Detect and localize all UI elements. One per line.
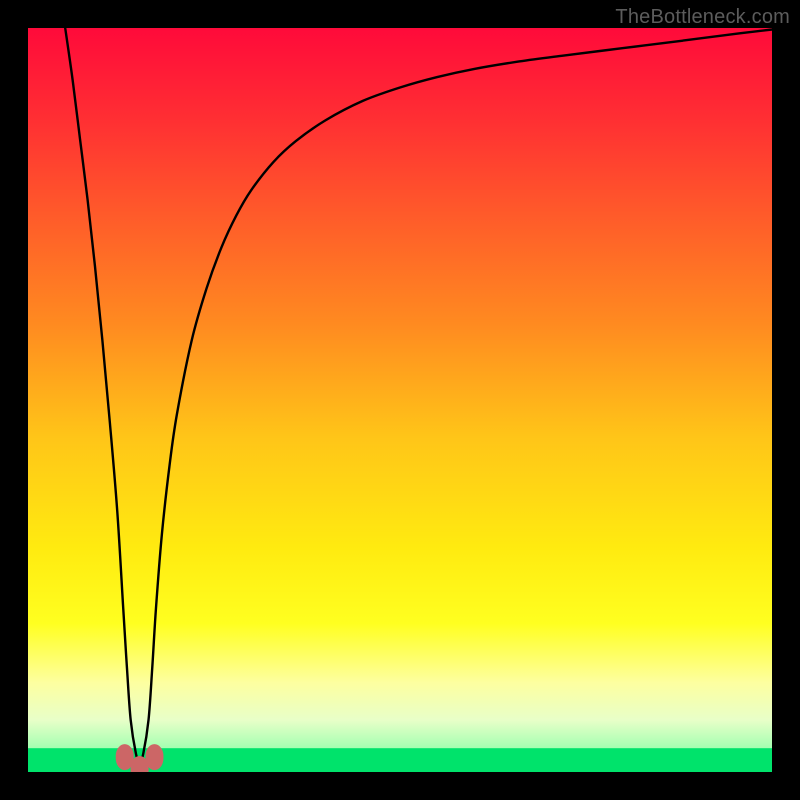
chart-frame: TheBottleneck.com (0, 0, 800, 800)
trough-marker (145, 744, 163, 770)
bottleneck-curve (65, 28, 772, 763)
watermark-text: TheBottleneck.com (615, 6, 790, 29)
plot-area (28, 28, 772, 772)
trough-markers (116, 744, 164, 772)
curve-layer (28, 28, 772, 772)
